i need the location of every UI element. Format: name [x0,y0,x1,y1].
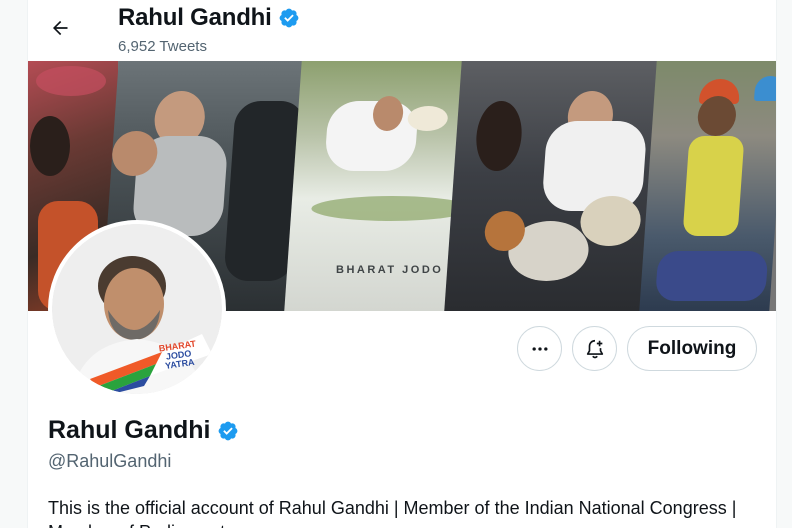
header-name-text: Rahul Gandhi [118,4,272,31]
verified-badge-icon [217,420,239,442]
profile-column: Rahul Gandhi 6,952 Tweets BHARAT JODO BH… [27,0,777,528]
banner-caption-text: BHARAT JODO [336,264,444,276]
more-horizontal-icon [532,346,547,351]
bell-plus-icon [586,339,603,358]
avatar-badge: BHARAT JODO YATRA [158,339,199,372]
avatar-photo: BHARAT JODO YATRA [52,224,222,394]
back-button[interactable] [42,10,78,46]
profile-handle: @RahulGandhi [48,451,172,471]
header-title: Rahul Gandhi [118,4,300,32]
more-options-button[interactable] [517,326,562,371]
profile-name-text: Rahul Gandhi [48,416,211,444]
banner-photo-panel [639,61,776,311]
arrow-left-icon [53,20,68,36]
verified-badge-icon [278,7,300,29]
following-button[interactable]: Following [627,326,757,371]
profile-bio: This is the official account of Rahul Ga… [48,498,737,528]
avatar-portrait-graphic [52,224,222,394]
profile-avatar[interactable]: BHARAT JODO YATRA [48,220,226,398]
profile-header-bar: Rahul Gandhi 6,952 Tweets [28,0,776,60]
notifications-button[interactable] [572,326,617,371]
tweet-count: 6,952 Tweets [118,38,207,55]
profile-display-name: Rahul Gandhi [48,416,239,445]
